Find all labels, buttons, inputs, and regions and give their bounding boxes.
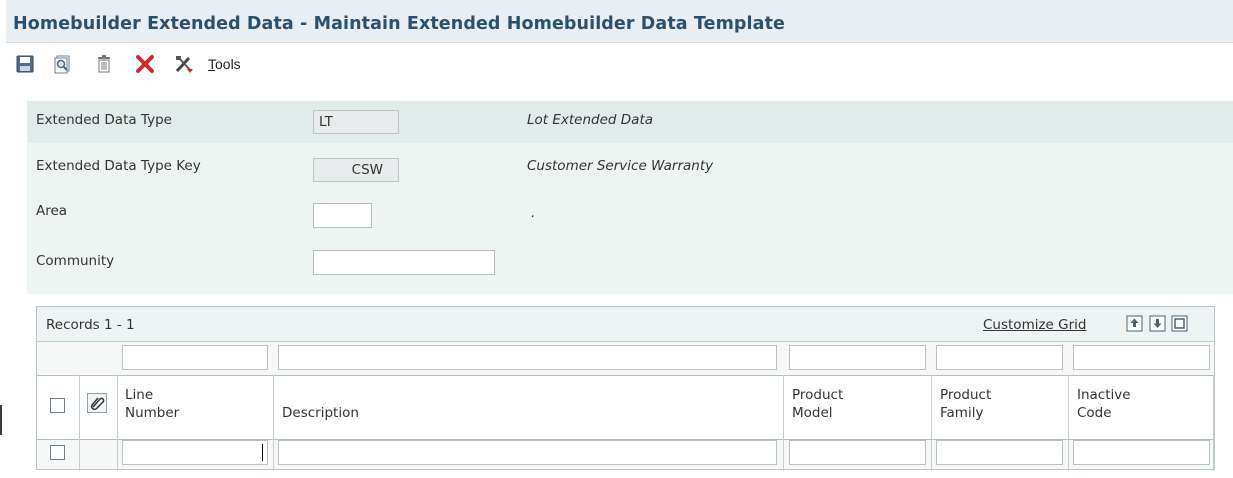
area-label: Area [36, 203, 68, 219]
cell-product-model[interactable] [789, 440, 926, 465]
col-product-family-2: Family [940, 405, 984, 421]
col-inactive-code-1: Inactive [1077, 387, 1131, 403]
col-sep [79, 375, 80, 471]
export-icon[interactable] [1126, 315, 1143, 332]
qbe-product-model[interactable] [789, 345, 926, 370]
ext-key-field: CSW [313, 158, 399, 182]
ext-key-desc: Customer Service Warranty [527, 158, 714, 174]
area-input[interactable] [313, 203, 372, 228]
ext-type-field: LT [313, 110, 399, 134]
col-sep [783, 375, 784, 471]
customize-grid-link[interactable]: Customize Grid [983, 317, 1087, 333]
qbe-product-family[interactable] [936, 345, 1063, 370]
qbe-line-number[interactable] [122, 345, 268, 370]
tools-label-rest: ools [215, 56, 241, 72]
qbe-inactive-code[interactable] [1073, 345, 1210, 370]
cell-description[interactable] [278, 440, 777, 465]
attachment-header[interactable] [87, 393, 107, 413]
community-input[interactable] [313, 250, 495, 275]
col-sep [931, 375, 932, 471]
toolbar: Tools [6, 43, 1233, 87]
cell-inactive-code[interactable] [1073, 440, 1210, 465]
ext-key-label: Extended Data Type Key [36, 158, 201, 174]
delete-icon[interactable] [94, 54, 114, 74]
col-sep [1068, 375, 1069, 471]
col-inactive-code-2: Code [1077, 405, 1112, 421]
window-title: Homebuilder Extended Data - Maintain Ext… [13, 14, 785, 34]
col-sep [273, 375, 274, 471]
qbe-description[interactable] [278, 345, 777, 370]
col-product-family-1: Product [940, 387, 992, 403]
col-sep [117, 375, 118, 471]
tools-menu[interactable]: Tools [208, 56, 241, 72]
find-icon[interactable] [52, 54, 72, 74]
area-desc: . [531, 205, 536, 221]
ext-type-label: Extended Data Type [36, 112, 172, 128]
paperclip-icon [90, 397, 105, 411]
save-icon[interactable] [15, 54, 35, 74]
text-cursor [262, 444, 263, 461]
records-count: Records 1 - 1 [46, 317, 135, 333]
tools-icon[interactable] [174, 54, 194, 74]
data-grid: Records 1 - 1 Customize Grid Line Number… [36, 306, 1215, 471]
col-product-model-2: Model [792, 405, 833, 421]
select-all-checkbox[interactable] [50, 398, 65, 413]
column-header-row [37, 375, 1214, 440]
tools-accelerator: T [208, 56, 215, 72]
col-product-model-1: Product [792, 387, 844, 403]
col-description: Description [282, 405, 359, 421]
import-icon[interactable] [1149, 315, 1166, 332]
cell-product-family[interactable] [936, 440, 1063, 465]
left-edge-bar [0, 405, 2, 435]
maximize-grid-icon[interactable] [1171, 315, 1188, 332]
ext-type-desc: Lot Extended Data [527, 112, 654, 128]
col-line-number-1: Line [125, 387, 154, 403]
cell-line-number[interactable] [122, 440, 268, 465]
title-bar: Homebuilder Extended Data - Maintain Ext… [6, 0, 1233, 43]
grid-header: Records 1 - 1 Customize Grid [37, 307, 1214, 342]
close-icon[interactable] [135, 54, 155, 74]
community-label: Community [36, 253, 115, 269]
row-select-checkbox[interactable] [50, 445, 65, 460]
col-sep [1213, 375, 1214, 471]
col-line-number-2: Number [125, 405, 180, 421]
